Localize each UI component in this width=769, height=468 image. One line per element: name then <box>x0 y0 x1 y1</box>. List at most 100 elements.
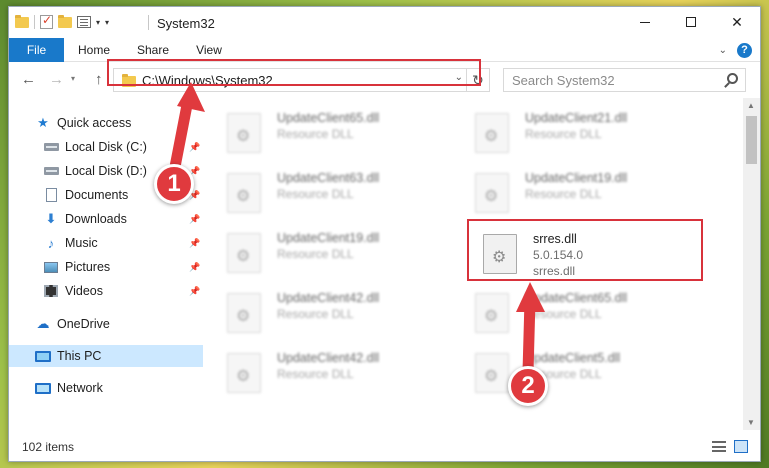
dll-file-icon <box>475 353 509 393</box>
star-icon: ★ <box>37 115 49 130</box>
close-button[interactable]: ✕ <box>714 7 760 37</box>
scroll-thumb[interactable] <box>746 116 757 164</box>
vertical-scrollbar[interactable]: ▲ ▼ <box>743 98 760 430</box>
sidebar-item-downloads[interactable]: ⬇ Downloads 📌 <box>9 208 203 230</box>
pin-icon[interactable]: 📌 <box>189 286 200 297</box>
sidebar-item-onedrive[interactable]: ☁ OneDrive <box>9 313 203 335</box>
sidebar-item-this-pc[interactable]: This PC <box>9 345 203 367</box>
file-highlight <box>467 219 703 281</box>
search-box[interactable] <box>503 68 746 92</box>
dll-file-icon <box>227 113 261 153</box>
onedrive-icon: ☁ <box>36 316 50 331</box>
file-item[interactable]: UpdateClient21.dll Resource DLL <box>453 108 693 156</box>
scroll-down-icon[interactable]: ▼ <box>747 418 755 427</box>
dll-file-icon <box>227 353 261 393</box>
sidebar-item-label: Documents <box>65 188 129 202</box>
tab-file[interactable]: File <box>9 38 64 62</box>
navigation-pane: ★ Quick access Local Disk (C:) 📌 Local D… <box>9 102 203 419</box>
folder-icon <box>15 14 29 28</box>
title-bar: ▾ ▾ System32 ✕ <box>9 7 760 38</box>
dll-file-icon <box>227 173 261 213</box>
sidebar-item-pictures[interactable]: Pictures 📌 <box>9 256 203 278</box>
sidebar-item-label: This PC <box>57 349 102 363</box>
address-bar-highlight <box>107 59 481 86</box>
status-bar: 102 items <box>9 431 760 461</box>
minimize-icon <box>640 21 650 23</box>
minimize-button[interactable] <box>622 7 668 37</box>
file-item[interactable]: UpdateClient19.dll Resource DLL <box>205 228 445 276</box>
file-name: UpdateClient21.dll <box>525 111 628 125</box>
file-name: UpdateClient19.dll <box>525 171 628 185</box>
file-name: UpdateClient63.dll <box>277 171 380 185</box>
sidebar-item-label: Local Disk (D:) <box>65 164 147 178</box>
details-view-icon[interactable] <box>712 441 726 452</box>
ribbon-right-controls: ⌄ ? <box>719 43 752 58</box>
music-icon: ♪ <box>47 235 55 251</box>
search-icon[interactable] <box>727 73 738 84</box>
videos-icon <box>43 284 59 298</box>
pin-icon[interactable]: 📌 <box>189 142 200 153</box>
file-type: Resource DLL <box>525 307 602 321</box>
file-type: Resource DLL <box>525 187 602 201</box>
download-icon: ⬇ <box>45 211 57 226</box>
sidebar-item-label: Network <box>57 381 103 395</box>
sidebar-item-network[interactable]: Network <box>9 377 203 399</box>
maximize-button[interactable] <box>668 7 714 37</box>
sidebar-item-label: Quick access <box>57 116 132 130</box>
file-type: Resource DLL <box>277 367 354 381</box>
sidebar-item-label: OneDrive <box>57 317 110 331</box>
pin-icon[interactable]: 📌 <box>189 262 200 273</box>
dll-file-icon <box>227 233 261 273</box>
customize-toolbar-icon[interactable]: ▾ <box>105 18 109 27</box>
maximize-icon <box>686 17 696 27</box>
file-type: Resource DLL <box>277 307 354 321</box>
file-item[interactable]: UpdateClient42.dll Resource DLL <box>205 348 445 396</box>
toolbar-divider <box>34 15 35 29</box>
step-2-badge: 2 <box>508 366 548 406</box>
sidebar-item-label: Music <box>65 236 98 250</box>
chevron-down-icon[interactable]: ▾ <box>96 18 100 27</box>
properties-check-icon[interactable] <box>40 13 53 29</box>
help-icon[interactable]: ? <box>737 43 752 58</box>
file-type: Resource DLL <box>525 127 602 141</box>
file-name: UpdateClient42.dll <box>277 351 380 365</box>
file-item[interactable]: UpdateClient42.dll Resource DLL <box>205 288 445 336</box>
document-icon <box>43 188 59 202</box>
forward-arrow-icon[interactable]: → <box>49 71 64 88</box>
large-icons-view-icon[interactable] <box>734 440 748 453</box>
pin-icon[interactable]: 📌 <box>189 238 200 249</box>
disk-icon <box>43 164 59 178</box>
file-item[interactable]: UpdateClient5.dll Resource DLL <box>453 348 693 396</box>
file-name: UpdateClient65.dll <box>277 111 380 125</box>
new-folder-icon[interactable] <box>58 14 72 28</box>
sidebar-item-quick-access[interactable]: ★ Quick access <box>9 112 203 134</box>
file-item[interactable]: UpdateClient63.dll Resource DLL <box>205 168 445 216</box>
expand-ribbon-icon[interactable]: ⌄ <box>719 45 727 56</box>
file-name: UpdateClient42.dll <box>277 291 380 305</box>
pictures-icon <box>43 260 59 274</box>
file-item[interactable]: UpdateClient65.dll Resource DLL <box>205 108 445 156</box>
file-name: UpdateClient19.dll <box>277 231 380 245</box>
properties-icon[interactable] <box>77 16 91 28</box>
tab-home[interactable]: Home <box>77 38 111 62</box>
file-item[interactable]: UpdateClient19.dll Resource DLL <box>453 168 693 216</box>
scroll-up-icon[interactable]: ▲ <box>747 101 755 110</box>
recent-locations-icon[interactable]: ▾ <box>71 74 75 83</box>
search-input[interactable] <box>504 69 714 91</box>
sidebar-item-label: Local Disk (C:) <box>65 140 147 154</box>
computer-icon <box>35 349 51 363</box>
item-count: 102 items <box>22 440 75 454</box>
dll-file-icon <box>475 113 509 153</box>
file-item[interactable]: UpdateClient65.dll Resource DLL <box>453 288 693 336</box>
back-arrow-icon[interactable]: ← <box>21 71 36 88</box>
window-title: System32 <box>157 16 215 31</box>
sidebar-item-videos[interactable]: Videos 📌 <box>9 280 203 302</box>
sidebar-item-label: Downloads <box>65 212 127 226</box>
sidebar-item-label: Videos <box>65 284 103 298</box>
pin-icon[interactable]: 📌 <box>189 214 200 225</box>
sidebar-item-music[interactable]: ♪ Music 📌 <box>9 232 203 254</box>
up-arrow-icon[interactable]: ↑ <box>95 71 103 88</box>
file-type: Resource DLL <box>277 127 354 141</box>
sidebar-item-local-disk-c[interactable]: Local Disk (C:) 📌 <box>9 136 203 158</box>
title-divider <box>148 15 149 30</box>
